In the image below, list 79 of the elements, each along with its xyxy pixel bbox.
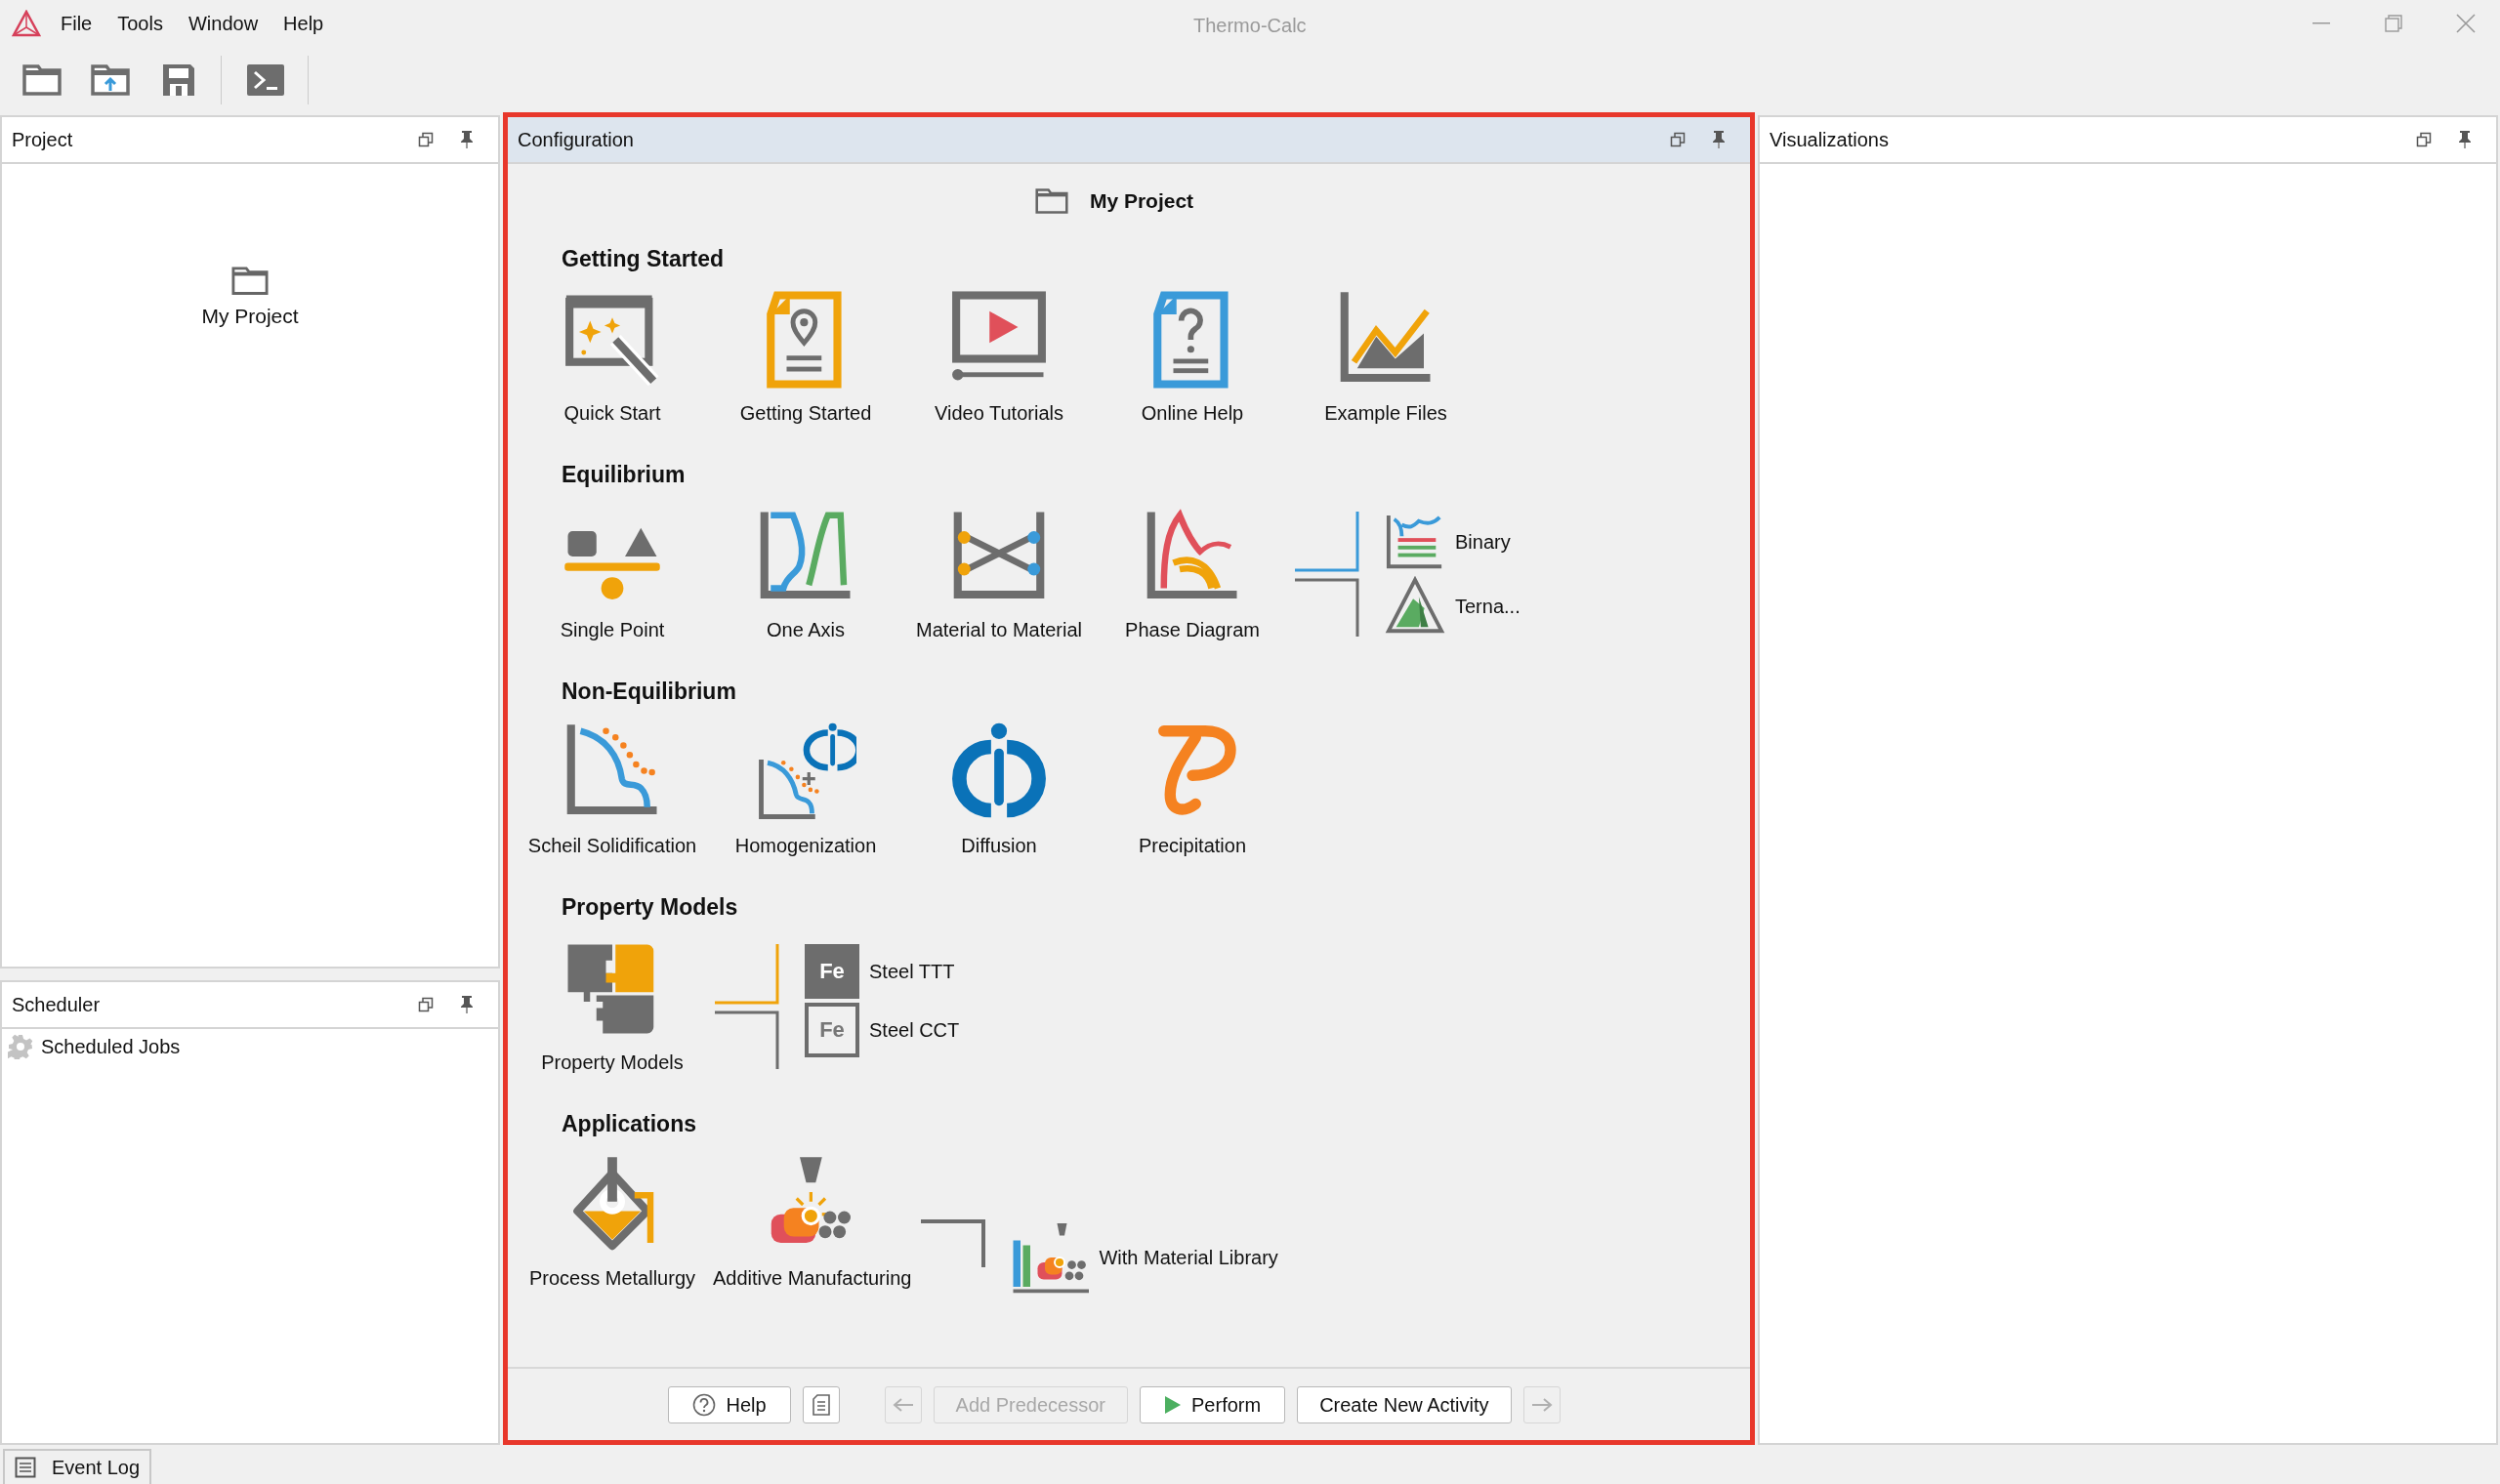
play-icon bbox=[1164, 1394, 1182, 1415]
gear-icon bbox=[8, 1034, 33, 1059]
restore-icon bbox=[418, 132, 434, 147]
float-button[interactable] bbox=[2416, 132, 2432, 147]
menu-item[interactable]: Tools bbox=[117, 9, 163, 38]
minimize-icon bbox=[2312, 22, 2330, 24]
menu-item[interactable]: File bbox=[61, 9, 93, 38]
activity-tile[interactable]: Online Help bbox=[1096, 289, 1289, 428]
section-heading: Non-Equilibrium bbox=[562, 677, 737, 706]
sub-activity-button[interactable]: Binary bbox=[1385, 511, 1521, 572]
panel-title: Visualizations bbox=[1770, 128, 1889, 152]
activity-tile[interactable]: Homogenization bbox=[709, 721, 902, 860]
activity-tile[interactable]: Video Tutorials bbox=[902, 289, 1096, 428]
action-button[interactable]: Create New Activity bbox=[1297, 1385, 1512, 1423]
sub-activity-button[interactable]: Terna... bbox=[1385, 575, 1521, 637]
activity-tile[interactable]: Getting Started bbox=[709, 289, 902, 428]
panel-title: Project bbox=[12, 128, 73, 152]
activity-tile[interactable]: Process Metallurgy bbox=[516, 1154, 709, 1293]
activity-tile[interactable]: Example Files bbox=[1289, 289, 1482, 428]
panel-title: Scheduler bbox=[12, 993, 101, 1017]
activity-tile[interactable]: Scheil Solidification bbox=[516, 721, 709, 860]
activity-tile[interactable]: Quick Start bbox=[516, 289, 709, 428]
help-button[interactable]: Help bbox=[668, 1385, 791, 1423]
log-icon bbox=[15, 1457, 36, 1478]
activity-tile[interactable]: Additive Manufacturing bbox=[709, 1154, 916, 1293]
restore-icon bbox=[1670, 132, 1686, 147]
float-button[interactable] bbox=[418, 132, 434, 147]
element-symbol-icon: Fe bbox=[805, 1002, 859, 1057]
pin-icon bbox=[459, 130, 475, 149]
element-symbol-icon: Fe bbox=[805, 943, 859, 999]
pin-button[interactable] bbox=[459, 130, 475, 149]
close-icon bbox=[2456, 14, 2476, 33]
activity-tile[interactable]: Precipitation bbox=[1096, 721, 1289, 860]
pin-button[interactable] bbox=[1711, 130, 1727, 149]
section-heading: Property Models bbox=[562, 893, 739, 922]
left-arrow-icon bbox=[892, 1396, 914, 1413]
project-folder-icon bbox=[231, 266, 269, 296]
pin-button[interactable] bbox=[2457, 130, 2473, 149]
notes-button[interactable] bbox=[802, 1385, 840, 1423]
window-title: Thermo-Calc bbox=[1193, 14, 1307, 38]
float-button[interactable] bbox=[418, 997, 434, 1012]
activity-tile[interactable]: Phase Diagram bbox=[1096, 505, 1289, 644]
pin-icon bbox=[459, 995, 475, 1014]
folder-upload-icon bbox=[91, 62, 130, 97]
sub-activity-button[interactable]: Fe Steel TTT bbox=[805, 943, 960, 999]
restore-icon bbox=[418, 997, 434, 1012]
right-arrow-icon bbox=[1530, 1396, 1553, 1413]
activity-tile[interactable]: Single Point bbox=[516, 505, 709, 644]
menu-item[interactable]: Help bbox=[283, 9, 324, 38]
app-logo-icon bbox=[12, 10, 41, 37]
float-button[interactable] bbox=[1670, 132, 1686, 147]
section-heading: Equilibrium bbox=[562, 461, 687, 489]
sub-activity-button[interactable]: Fe Steel CCT bbox=[805, 1002, 960, 1057]
restore-icon bbox=[2385, 15, 2402, 32]
panel-title: Configuration bbox=[518, 128, 634, 152]
sub-activity-button[interactable]: With Material Library bbox=[1011, 1218, 1278, 1297]
terminal-icon bbox=[246, 62, 285, 97]
menu-item[interactable]: Window bbox=[188, 9, 259, 38]
pin-icon bbox=[2457, 130, 2473, 149]
project-folder-icon bbox=[1034, 187, 1068, 215]
section-heading: Applications bbox=[562, 1109, 697, 1138]
branch-connector bbox=[921, 1218, 986, 1269]
event-log-tab[interactable]: Event Log bbox=[3, 1449, 152, 1484]
restore-icon bbox=[2416, 132, 2432, 147]
help-icon bbox=[692, 1392, 717, 1417]
activity-tile[interactable]: Material to Material bbox=[902, 505, 1096, 644]
document-icon bbox=[812, 1393, 830, 1416]
save-icon bbox=[161, 62, 196, 98]
project-name: My Project bbox=[1089, 188, 1194, 214]
perform-button[interactable]: Perform bbox=[1140, 1385, 1286, 1423]
tree-item[interactable]: Scheduled Jobs bbox=[41, 1032, 181, 1061]
activity-tile[interactable]: One Axis bbox=[709, 505, 902, 644]
folder-icon bbox=[22, 62, 62, 97]
pin-button[interactable] bbox=[459, 995, 475, 1014]
section-heading: Getting Started bbox=[562, 244, 726, 273]
activity-tile[interactable]: Diffusion bbox=[902, 721, 1096, 860]
project-item[interactable]: My Project bbox=[201, 301, 299, 332]
activity-tile[interactable]: Property Models bbox=[516, 937, 709, 1077]
pin-icon bbox=[1711, 130, 1727, 149]
